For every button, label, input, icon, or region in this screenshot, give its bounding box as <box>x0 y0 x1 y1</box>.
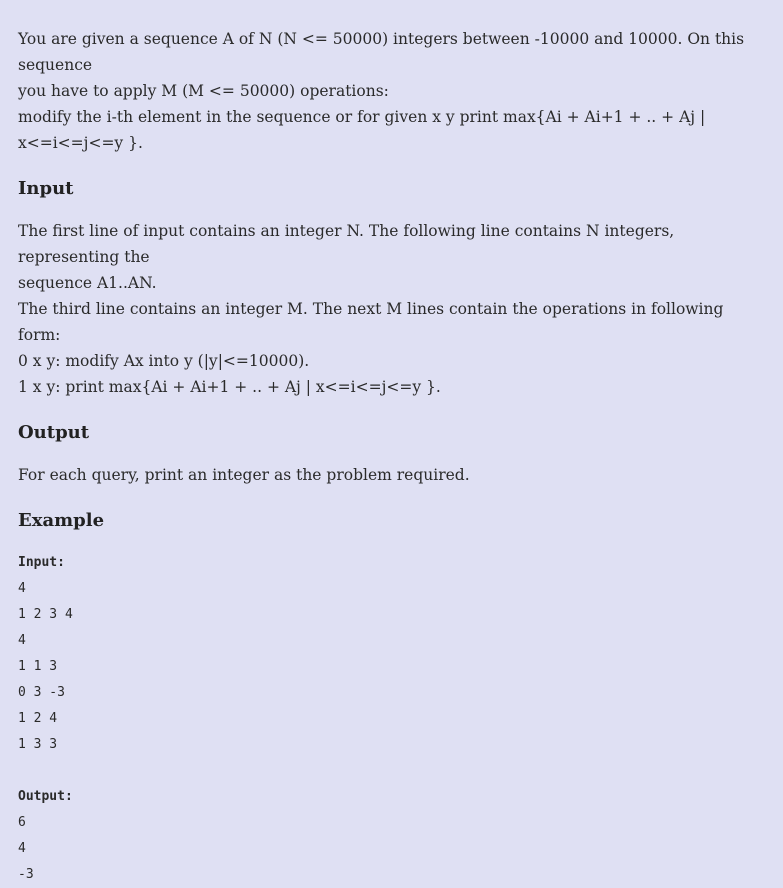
statement-line: You are given a sequence A of N (N <= 50… <box>18 30 745 74</box>
output-heading: Output <box>18 422 90 443</box>
example-input-block: Input: 4 1 2 3 4 4 1 1 3 0 3 -3 1 2 4 1 … <box>18 550 765 758</box>
input-heading: Input <box>18 178 74 199</box>
input-description-line: sequence A1..AN. <box>18 274 157 292</box>
example-output-block: Output: 6 4 -3 <box>18 784 765 888</box>
input-description-line: The first line of input contains an inte… <box>18 222 675 266</box>
example-output-label: Output: <box>18 789 73 804</box>
example-input-line: 1 1 3 <box>18 659 58 674</box>
problem-statement-page: You are given a sequence A of N (N <= 50… <box>0 0 783 882</box>
input-description: The first line of input contains an inte… <box>18 218 765 400</box>
example-input-label: Input: <box>18 555 65 570</box>
statement-line: you have to apply M (M <= 50000) operati… <box>18 82 389 100</box>
example-heading: Example <box>18 510 105 531</box>
example-output-line: -3 <box>18 867 34 882</box>
example-input-line: 1 3 3 <box>18 737 58 752</box>
input-description-line: 0 x y: modify Ax into y (|y|<=10000). <box>18 352 310 370</box>
input-description-line: The third line contains an integer M. Th… <box>18 300 724 344</box>
example-output-line: 4 <box>18 841 26 856</box>
output-description: For each query, print an integer as the … <box>18 466 470 484</box>
example-input-line: 0 3 -3 <box>18 685 65 700</box>
example-input-line: 4 <box>18 581 26 596</box>
input-description-line: 1 x y: print max{Ai + Ai+1 + .. + Aj | x… <box>18 378 441 396</box>
statement-line: modify the i-th element in the sequence … <box>18 108 706 152</box>
example-input-line: 4 <box>18 633 26 648</box>
example-input-line: 1 2 4 <box>18 711 58 726</box>
statement-paragraph: You are given a sequence A of N (N <= 50… <box>18 26 765 156</box>
example-input-line: 1 2 3 4 <box>18 607 73 622</box>
example-output-line: 6 <box>18 815 26 830</box>
